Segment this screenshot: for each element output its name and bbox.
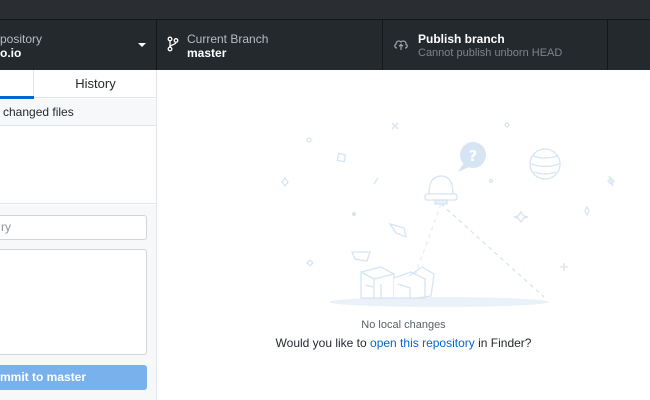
- prompt-prefix: Would you like to: [275, 336, 371, 350]
- commit-button[interactable]: mmit to master: [0, 365, 147, 390]
- cloud-upload-icon: [394, 40, 408, 50]
- publish-title: Publish branch: [418, 32, 505, 46]
- commit-button-prefix: mmit to: [0, 370, 47, 384]
- changed-files-list: [0, 127, 156, 204]
- commit-area: ry mmit to master: [0, 205, 156, 400]
- tab-history[interactable]: History: [35, 70, 156, 98]
- main-panel: ? No local changes Would you like to ope…: [157, 70, 650, 400]
- publish-subtitle: Cannot publish unborn HEAD: [418, 47, 563, 59]
- empty-state-prompt: Would you like to open this repository i…: [157, 336, 650, 350]
- empty-state-illustration: ?: [281, 122, 615, 307]
- commit-description-input[interactable]: [0, 249, 147, 355]
- window-titlebar: [0, 0, 650, 20]
- repository-selector[interactable]: pository o.io: [0, 20, 157, 70]
- changed-files-header: changed files: [0, 99, 156, 126]
- prompt-suffix: in Finder?: [474, 336, 532, 350]
- svg-text:?: ?: [469, 147, 478, 165]
- chevron-down-icon: [138, 43, 146, 47]
- branch-selector[interactable]: Current Branch master: [157, 20, 383, 70]
- publish-branch-button[interactable]: Publish branch Cannot publish unborn HEA…: [383, 20, 608, 70]
- repository-name: o.io: [0, 46, 22, 60]
- empty-state-title: No local changes: [361, 319, 446, 331]
- commit-button-branch: master: [46, 370, 87, 384]
- branch-name: master: [187, 46, 227, 60]
- open-repository-link[interactable]: open this repository: [370, 336, 475, 350]
- commit-summary-input[interactable]: ry: [0, 215, 147, 240]
- git-branch-icon: [167, 36, 179, 52]
- sidebar: History changed files ry mmit to master: [0, 70, 157, 400]
- sidebar-tabs: History: [0, 70, 156, 99]
- toolbar: pository o.io Current Branch master Publ…: [0, 20, 650, 70]
- branch-label: Current Branch: [187, 32, 269, 46]
- repository-label: pository: [0, 32, 43, 46]
- tab-changes[interactable]: [0, 70, 34, 99]
